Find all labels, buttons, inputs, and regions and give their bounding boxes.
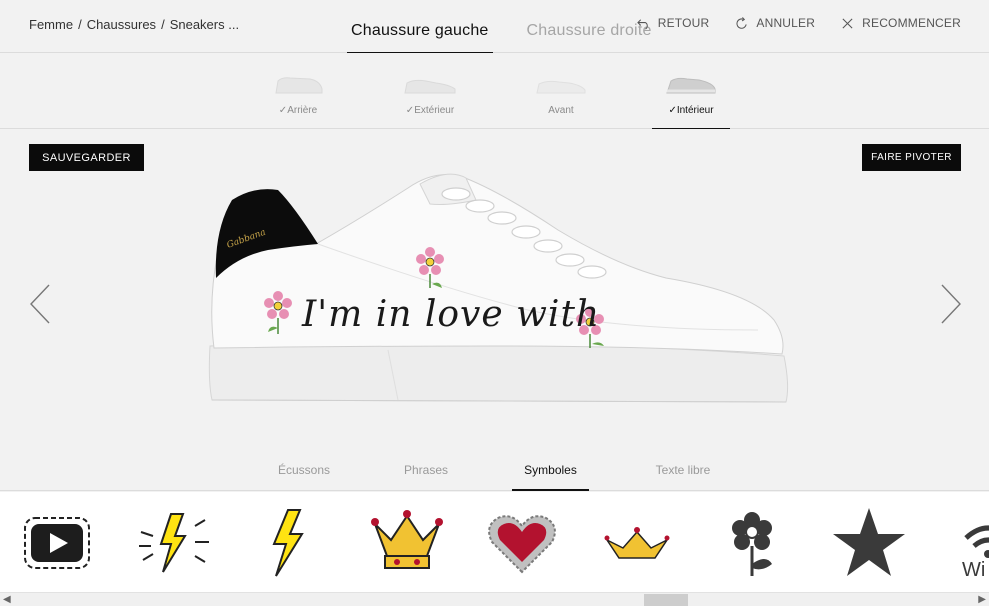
tab-phrases[interactable]: Phrases	[396, 453, 456, 491]
breadcrumb-separator: /	[161, 17, 165, 32]
shoe-exterior-thumbnail	[404, 79, 456, 94]
check-icon: ✓	[668, 105, 677, 116]
shoe-interior-thumbnail	[666, 77, 716, 94]
rotate-button[interactable]: FAIRE PIVOTER	[862, 144, 961, 171]
tab-symbols[interactable]: Symboles	[512, 453, 589, 491]
check-icon: ✓	[405, 105, 415, 116]
back-label: RETOUR	[657, 16, 710, 30]
breadcrumb-item-sneakers[interactable]: Sneakers ...	[170, 17, 239, 32]
shoe-preview[interactable]: Gabbana I'm in love with	[198, 160, 798, 416]
back-button[interactable]: RETOUR	[636, 16, 710, 30]
breadcrumb-item-chaussures[interactable]: Chaussures	[87, 17, 156, 32]
tab-left-shoe[interactable]: Chaussure gauche	[347, 0, 493, 53]
flower-icon[interactable]	[712, 506, 792, 578]
view-label: Extérieur	[414, 105, 455, 116]
custom-script-text[interactable]: I'm in love with	[301, 294, 600, 335]
wifi-text: Wi	[962, 559, 985, 578]
view-label: Intérieur	[676, 105, 714, 116]
view-exterior[interactable]: ✓Extérieur	[391, 53, 469, 129]
view-front[interactable]: Avant	[522, 53, 600, 129]
view-label: Avant	[548, 105, 574, 116]
lightning-burst-icon[interactable]	[133, 506, 213, 578]
jeweled-heart-icon[interactable]	[482, 506, 562, 578]
view-selector-bar: ✓Arrière ✓Extérieur Avant ✓Intérieur	[0, 53, 989, 129]
top-bar: Femme / Chaussures / Sneakers ... Chauss…	[0, 0, 989, 53]
undo-button[interactable]: ANNULER	[735, 16, 815, 30]
star-icon[interactable]	[829, 506, 909, 578]
restart-label: RECOMMENCER	[862, 16, 961, 30]
scrollbar-thumb[interactable]	[644, 594, 688, 606]
wifi-icon[interactable]: Wi	[944, 506, 989, 581]
scroll-right-icon[interactable]: ▶	[978, 594, 986, 605]
tab-free-text[interactable]: Texte libre	[646, 453, 720, 491]
undo-icon	[736, 16, 748, 29]
shoe-side-tabs: Chaussure gauche Chaussure droite	[347, 0, 686, 53]
view-rear[interactable]: ✓Arrière	[259, 53, 337, 129]
horizontal-scrollbar[interactable]: ◀ ▶	[0, 592, 989, 606]
save-button[interactable]: SAUVEGARDER	[29, 144, 144, 171]
lightning-icon[interactable]	[248, 506, 328, 578]
breadcrumb-item-femme[interactable]: Femme	[29, 17, 73, 32]
view-interior[interactable]: ✓Intérieur	[652, 53, 730, 129]
symbols-carousel: Wi	[0, 492, 989, 592]
header-actions: RETOUR ANNULER RECOMMENCER	[636, 16, 961, 30]
restart-button[interactable]: RECOMMENCER	[841, 16, 961, 30]
close-icon	[842, 17, 853, 29]
breadcrumb-separator: /	[78, 17, 82, 32]
previous-view-arrow-icon[interactable]	[28, 283, 52, 325]
shoe-rear-thumbnail	[275, 77, 323, 94]
breadcrumb: Femme / Chaussures / Sneakers ...	[29, 17, 239, 32]
next-view-arrow-icon[interactable]	[939, 283, 963, 325]
category-tabs: Écussons Phrases Symboles Texte libre	[0, 453, 989, 491]
small-crown-icon[interactable]	[597, 506, 677, 578]
undo-label: ANNULER	[756, 16, 816, 30]
shoe-front-thumbnail	[536, 80, 586, 94]
tab-right-shoe[interactable]: Chaussure droite	[523, 0, 656, 53]
view-label: Arrière	[287, 105, 318, 116]
back-arrow-icon	[636, 18, 648, 30]
scroll-left-icon[interactable]: ◀	[3, 594, 11, 605]
crown-icon[interactable]	[367, 506, 447, 578]
tab-badges[interactable]: Écussons	[270, 453, 338, 491]
play-button-icon[interactable]	[17, 506, 97, 578]
check-icon: ✓	[278, 105, 288, 116]
